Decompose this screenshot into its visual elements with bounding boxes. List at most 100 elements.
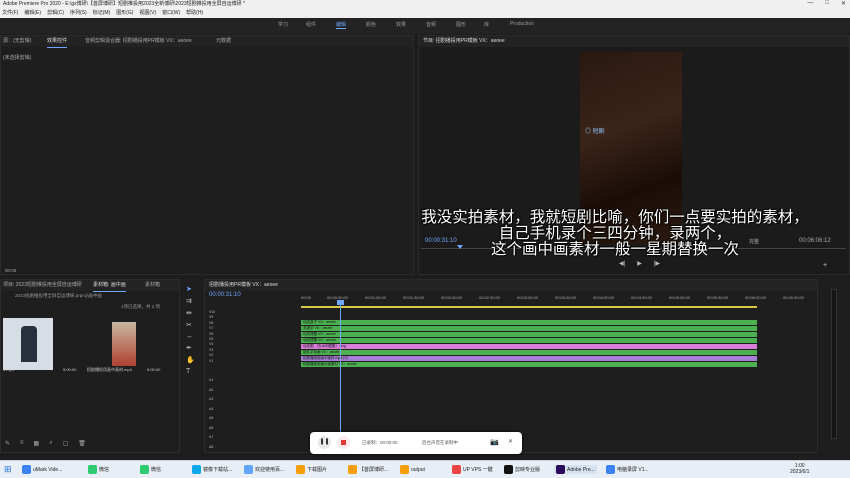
taskbar-item[interactable]: 【首屏博研... [348,465,388,474]
program-tab-row: 节目: 招剧播投用PR模板 VX：aeoee [419,36,849,47]
menu-file[interactable]: 文件(F) [2,9,18,18]
start-icon[interactable]: ⊞ [4,464,12,475]
taskbar-item[interactable]: 镜像下载站... [192,465,232,474]
timeline-clip[interactable]: 动态盒子 VX：aeoee [301,320,757,325]
tab-sequence[interactable]: 招剧播投用PR模板 VX：aeoee [209,280,278,291]
track-a2[interactable]: A2 [209,386,213,396]
menu-sequence[interactable]: 序列(S) [70,9,87,18]
timeline-timecode[interactable]: 00:00:31:10 [209,292,241,298]
subtitle-overlay: 我没实拍素材，我就短剧比喻，你们一点要实拍的素材， 自己手机录个三四分钟，录两个… [385,210,845,258]
track-a8[interactable]: A8 [209,443,213,453]
media-thumbnail-2[interactable] [112,322,136,366]
camera-icon[interactable]: 📷 [490,438,499,446]
slip-icon[interactable]: ↔ [186,333,195,340]
step-back-icon[interactable]: ◀| [619,260,625,267]
workspace-editing[interactable]: 编辑 [336,21,347,29]
timeline-clip[interactable]: 关键字 VX：aeoee [301,326,757,331]
tab-project[interactable]: 项目: 2023短剧推投用全屏自运博研 [3,280,82,291]
type-tool-icon[interactable]: T [186,368,195,375]
system-clock[interactable]: 1:00 2023/6/1 [790,463,809,475]
list-view-icon[interactable]: ≡ [20,440,24,447]
close-icon[interactable]: ✕ [841,0,846,7]
track-a4[interactable]: A4 [209,405,213,415]
close-icon[interactable]: ✕ [508,438,513,445]
pause-button[interactable]: ❚❚ [318,436,331,449]
workspace-graphics[interactable]: 图形 [456,21,466,28]
workspace-production[interactable]: Production [510,21,534,27]
timeline-clip[interactable]: 插件字动画 VX：aeoee [301,350,757,355]
ruler-tick: 00:05:00:00 [669,295,691,300]
taskbar-item[interactable]: 电脑录屏 V1... [606,465,649,474]
timeline-clip[interactable]: 动态图 （去水印图集）.png [301,344,757,349]
tab-bin-pip[interactable]: 素材箱: 画中画 [93,280,126,292]
timeline-clip[interactable]: 招剧播投用画中画材.mp4 [V] [301,356,757,361]
work-area-bar[interactable] [301,306,757,308]
window-controls: — □ ✕ [807,0,846,7]
track-a1[interactable]: A1 [209,376,213,386]
track-v1[interactable]: V1 [209,359,215,364]
record-time: 已录制：00:00:00 [362,440,398,445]
timeline-clip[interactable]: 动态提醒 VX：aeoee [301,332,757,337]
track-a3[interactable]: A3 [209,395,213,405]
timeline-clip[interactable]: 招剧播投用画中画素材 VX：aeoee [301,362,757,367]
time-ruler[interactable]: 00:00 00:00:30:00 00:01:00:00 00:01:30:0… [301,295,815,303]
taskbar-item[interactable]: uMark Vide... [22,465,62,474]
workspace-color[interactable]: 颜色 [366,21,376,28]
play-icon[interactable]: ▶ [637,260,642,267]
tab-audio-mixer[interactable]: 音频剪辑混合器: 招剧播投用PR模板 VX：aeoee [85,36,192,47]
icon-view-icon[interactable]: ▦ [34,440,40,447]
new-item-icon[interactable]: ▢ [63,440,69,447]
ripple-edit-icon[interactable]: ⇹ [186,309,195,317]
taskbar-item[interactable]: 欢迎使用百... [244,465,284,474]
track-select-icon[interactable]: ⇉ [186,297,195,305]
menu-edit[interactable]: 编辑(E) [24,9,41,18]
menu-clip[interactable]: 剪辑(C) [47,9,64,18]
workspace-effects[interactable]: 效果 [396,21,406,28]
taskbar-item[interactable]: output [400,465,425,474]
media-thumbnail-1[interactable] [3,318,53,370]
timeline-clip[interactable]: 动态提醒 VX：aeoee [301,338,757,343]
source-tab-row: 源：(无剪辑) 效果控件 音频剪辑混合器: 招剧播投用PR模板 VX：aeoee… [1,36,413,48]
timeline-playhead[interactable] [340,302,341,452]
track-a5[interactable]: A5 [209,414,213,424]
trash-icon[interactable]: 🗑 [78,440,86,447]
step-forward-icon[interactable]: |▶ [654,260,660,267]
pen-icon[interactable]: ✒ [186,344,195,352]
tab-effect-controls[interactable]: 效果控件 [47,36,68,48]
taskbar-item[interactable]: 下载图片 [296,465,327,474]
maximize-icon[interactable]: □ [825,0,829,7]
workspace-audio[interactable]: 音频 [426,21,436,28]
razor-icon[interactable]: ✂ [186,321,195,329]
taskbar-item[interactable]: 微信 [140,465,161,474]
track-a7[interactable]: A7 [209,433,213,443]
menu-window[interactable]: 窗口(W) [162,9,180,18]
menu-view[interactable]: 视图(V) [139,9,156,18]
pencil-icon[interactable]: ✎ [5,440,10,447]
hand-icon[interactable]: ✋ [186,356,195,364]
minimize-icon[interactable]: — [807,0,813,7]
workspace-learn[interactable]: 学习 [278,21,288,28]
transport-controls: ◀| ▶ |▶ [619,260,660,267]
taskbar-item[interactable]: UP VPS 一键 [452,465,493,474]
tab-source[interactable]: 源：(无剪辑) [3,36,31,47]
menu-marker[interactable]: 标记(M) [93,9,111,18]
menu-graphics[interactable]: 图形(G) [116,9,133,18]
taskbar-item[interactable]: 剪映专业版 [504,465,540,474]
track-a6[interactable]: A6 [209,424,213,434]
tab-program[interactable]: 节目: 招剧播投用PR模板 VX：aeoee [423,36,505,47]
selection-tool-icon[interactable]: ➤ [186,285,195,293]
tab-bin[interactable]: 素材箱 [145,280,160,291]
menu-help[interactable]: 帮助(H) [186,9,203,18]
taskbar-item-active[interactable]: Adobe Pre... [554,465,597,474]
playhead-handle-icon[interactable] [337,300,344,305]
workspace-assembly[interactable]: 组件 [306,21,316,28]
ruler-tick: 00:01:30:00 [403,295,425,300]
taskbar-item[interactable]: 微信 [88,465,109,474]
project-panel: 项目: 2023短剧推投用全屏自运博研 素材箱: 画中画 素材箱 2023短剧推… [0,279,180,453]
timeline-panel: 招剧播投用PR模板 VX：aeoee 00:00:31:10 00:00 00:… [204,279,818,453]
tab-metadata[interactable]: 元数据 [216,36,231,47]
stop-button[interactable] [337,436,350,449]
search-icon[interactable]: ⌕ [49,440,52,447]
add-button-icon[interactable]: + [823,262,827,269]
workspace-libraries[interactable]: 库 [484,21,489,28]
